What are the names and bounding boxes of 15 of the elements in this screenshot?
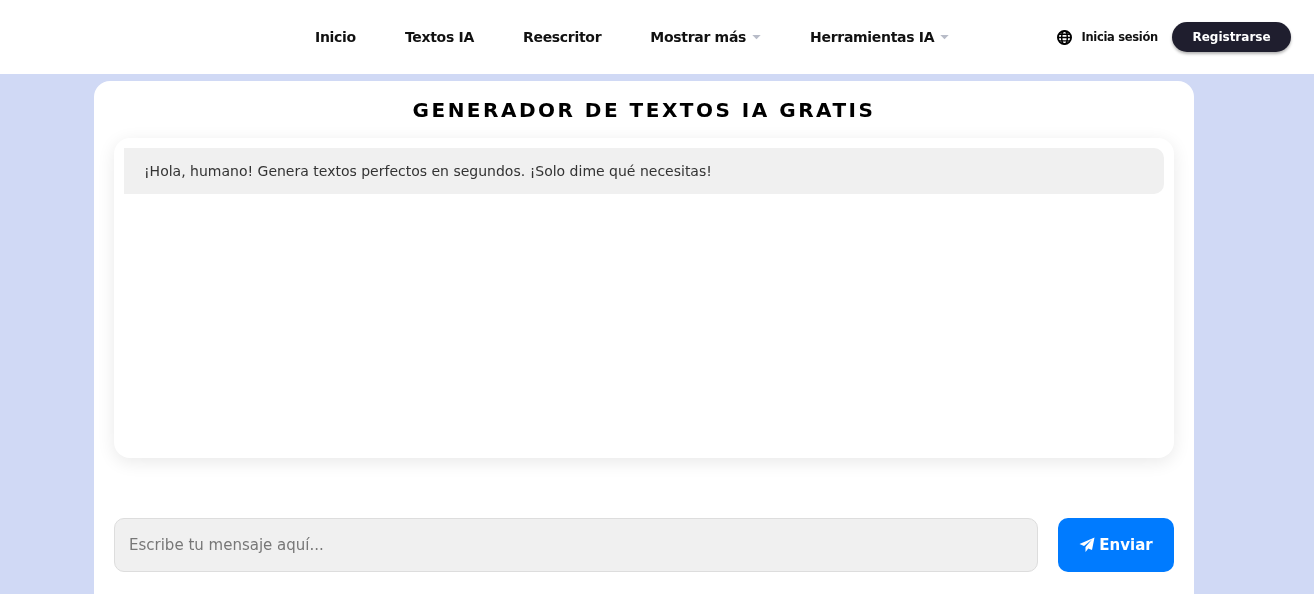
caret-icon xyxy=(752,34,762,40)
nav-link[interactable]: Reescritor xyxy=(522,29,602,45)
nav-link[interactable]: Mostrar más xyxy=(650,29,762,45)
message-input[interactable]: Escribe tu mensaje aquí... xyxy=(114,518,1038,572)
caret-icon xyxy=(940,34,950,40)
page-title: GENERADOR DE TEXTOS IA GRATIS xyxy=(411,98,877,122)
send-button[interactable]: Enviar xyxy=(1058,518,1174,572)
chat-message: ¡Hola, humano! Genera textos perfectos en segundos. ¡Solo dime qué necesitas! xyxy=(124,148,1164,194)
nav-link[interactable]: Textos IA xyxy=(404,29,474,45)
send-icon xyxy=(1079,537,1096,553)
login-link[interactable]: Inicia sesión xyxy=(1081,30,1158,44)
register-button[interactable]: Registrarse xyxy=(1172,22,1291,52)
nav-link[interactable]: Inicio xyxy=(315,29,356,45)
globe-icon[interactable] xyxy=(1057,29,1073,45)
nav-link[interactable]: Herramientas IA xyxy=(810,29,950,45)
